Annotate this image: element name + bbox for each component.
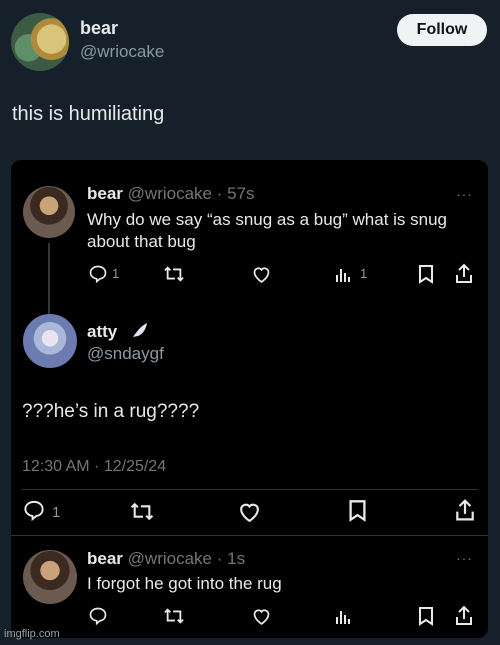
bookmark-icon[interactable] — [418, 264, 434, 284]
bookmark-icon[interactable] — [348, 499, 367, 522]
bookmark-icon[interactable] — [418, 606, 434, 626]
tweet2-timestamp[interactable]: 12:30 AM · 12/25/24 — [22, 458, 166, 476]
tweet3-avatar[interactable] — [23, 550, 77, 604]
tweet1-more-icon[interactable]: ··· — [456, 186, 473, 202]
tweet3-header: bear @wriocake · 1s — [87, 549, 245, 569]
tweet1-avatar[interactable] — [23, 186, 75, 238]
tweet2-handle[interactable]: @sndaygf — [87, 344, 164, 364]
tweet3-time[interactable]: 1s — [227, 549, 245, 568]
views-icon[interactable] — [335, 607, 353, 625]
author-avatar[interactable] — [11, 13, 69, 71]
views-icon[interactable] — [335, 265, 353, 283]
tweet3-separator: · — [216, 549, 223, 568]
tweet1-text-line1: Why do we say “as snug as a bug” what is… — [87, 210, 448, 229]
divider — [21, 489, 478, 490]
tweet1-text-line2: about that bug — [87, 232, 196, 251]
wing-icon — [131, 321, 149, 344]
tweet3-text: I forgot he got into the rug — [87, 574, 282, 593]
tweet3-handle[interactable]: @wriocake — [128, 549, 212, 568]
reply-icon[interactable] — [22, 499, 46, 522]
reply-icon[interactable] — [88, 606, 108, 626]
reply-icon[interactable] — [88, 264, 108, 284]
tweet1-header: bear @wriocake · 57s — [87, 184, 255, 204]
tweet1-views-count: 1 — [360, 266, 368, 281]
like-icon[interactable] — [237, 500, 262, 523]
tweet3-more-icon[interactable]: ··· — [456, 550, 473, 566]
follow-button[interactable]: Follow — [397, 14, 487, 46]
share-icon[interactable] — [454, 498, 476, 522]
tweet1-handle[interactable]: @wriocake — [128, 184, 212, 203]
tweet2-avatar[interactable] — [23, 314, 77, 368]
tweet2-name[interactable]: atty — [87, 322, 117, 342]
author-handle[interactable]: @wriocake — [80, 42, 164, 62]
tweet1-time[interactable]: 57s — [227, 184, 254, 203]
tweet1-reply-count: 1 — [112, 266, 120, 281]
embedded-screenshot: bear @wriocake · 57s ··· Why do we say “… — [11, 160, 488, 638]
tweet3-name[interactable]: bear — [87, 549, 123, 568]
like-icon[interactable] — [251, 606, 272, 626]
share-icon[interactable] — [454, 605, 474, 626]
post-text: this is humiliating — [12, 103, 165, 125]
share-icon[interactable] — [454, 263, 474, 284]
tweet2-reply-count: 1 — [52, 504, 61, 521]
retweet-icon[interactable] — [163, 264, 185, 284]
tweet1-name[interactable]: bear — [87, 184, 123, 203]
retweet-icon[interactable] — [129, 500, 155, 523]
retweet-icon[interactable] — [163, 606, 185, 626]
watermark: imgflip.com — [4, 628, 60, 640]
tweet1-separator: · — [216, 184, 223, 203]
author-name[interactable]: bear — [80, 18, 118, 39]
like-icon[interactable] — [251, 264, 272, 284]
tweet2-text: ???he’s in a rug???? — [22, 401, 200, 422]
divider — [11, 535, 488, 536]
